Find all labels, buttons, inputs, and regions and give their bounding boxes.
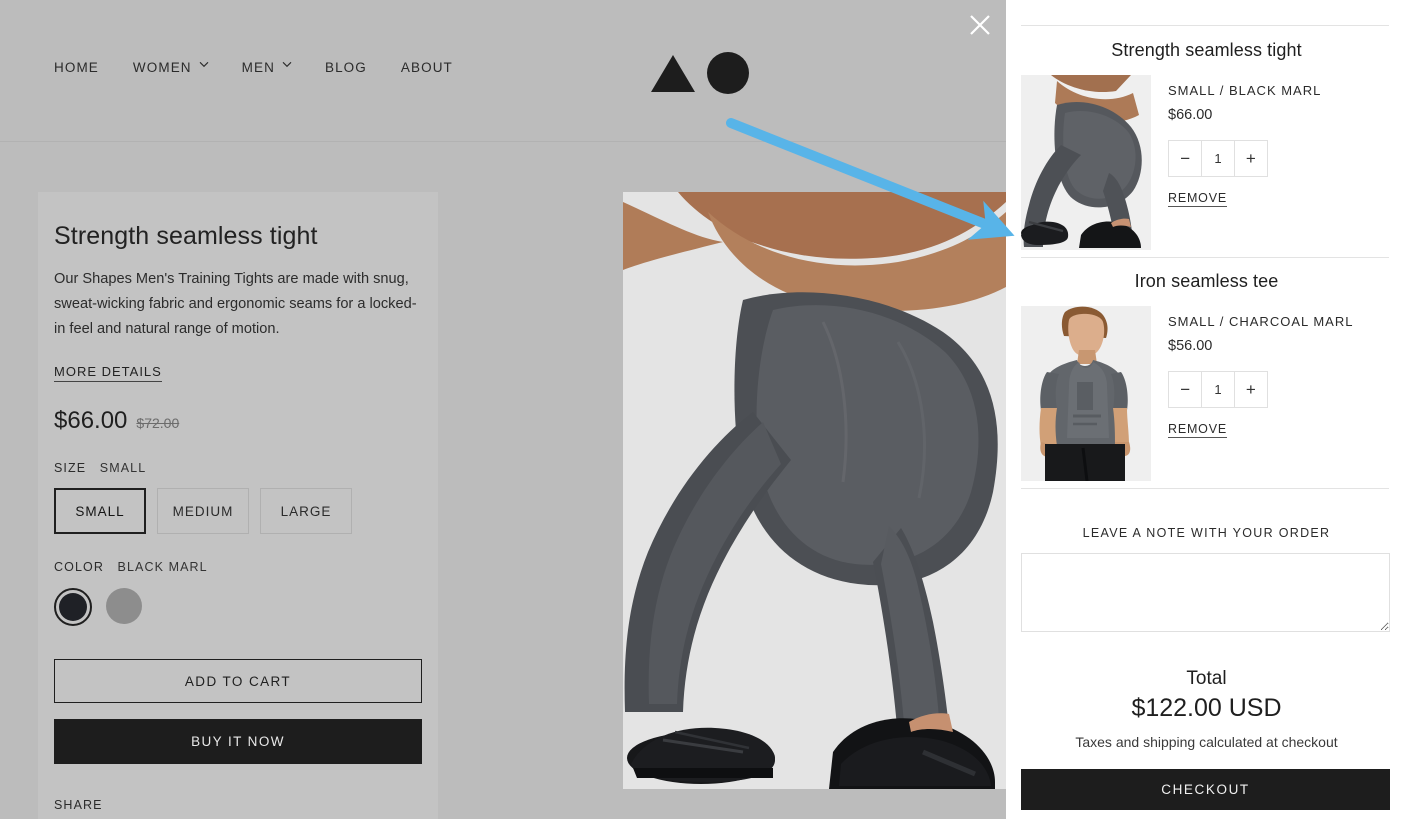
cart-total-note: Taxes and shipping calculated at checkou… [1075,734,1338,750]
color-option-label: COLOR BLACK MARL [54,560,422,574]
cart-item-thumbnail[interactable] [1021,306,1151,481]
quantity-decrease-button[interactable]: − [1169,372,1202,407]
price-row: $66.00 $72.00 [54,407,422,435]
cart-item-info: SMALL / BLACK MARL $66.00 − 1 + REMOVE [1168,75,1321,250]
nav-item-blog[interactable]: BLOG [325,60,367,75]
product-compare-price: $72.00 [136,415,180,431]
color-selected-value: BLACK MARL [117,560,208,574]
nav-item-home[interactable]: HOME [54,60,99,75]
divider-before-note [1021,488,1389,489]
close-drawer-button[interactable] [963,8,997,42]
chevron-down-icon [282,61,292,70]
add-to-cart-button[interactable]: ADD TO CART [54,659,422,703]
product-price: $66.00 [54,407,128,434]
cart-drawer: Strength seamless tight SMALL / BLACK MA… [1006,0,1407,819]
size-options: SMALL MEDIUM LARGE [54,488,422,534]
quantity-increase-button[interactable]: + [1234,141,1267,176]
quantity-decrease-button[interactable]: − [1169,141,1202,176]
iron-seamless-tee-thumbnail [1021,306,1151,481]
product-details-card: Strength seamless tight Our Shapes Men's… [38,192,438,819]
cart-item-remove-link[interactable]: REMOVE [1168,191,1227,207]
color-swatch-black-marl[interactable] [54,588,92,626]
product-title: Strength seamless tight [54,222,318,250]
product-photo-illustration [623,192,1006,789]
size-option-small[interactable]: SMALL [54,488,146,534]
color-swatches [54,588,422,626]
order-note-label: LEAVE A NOTE WITH YOUR ORDER [1082,526,1331,540]
strength-seamless-tight-thumbnail [1021,75,1151,250]
circle-icon [707,52,749,94]
size-option-medium[interactable]: MEDIUM [157,488,249,534]
more-details-link[interactable]: MORE DETAILS [54,364,162,382]
nav-item-women[interactable]: WOMEN [132,60,209,75]
color-swatch-charcoal-marl[interactable] [106,588,142,624]
cart-item-price: $56.00 [1168,338,1213,354]
divider-between-items [1021,257,1389,258]
size-selected-value: SMALL [99,461,147,475]
triangle-icon [651,54,695,92]
cart-item-variant: SMALL / CHARCOAL MARL [1168,314,1354,329]
cart-item-body: SMALL / CHARCOAL MARL $56.00 − 1 + REMOV… [1006,306,1407,481]
cart-item-title: Iron seamless tee [1134,271,1279,291]
close-icon [970,15,990,35]
order-note-input[interactable] [1021,553,1390,632]
cart-item-quantity-stepper: − 1 + [1168,140,1268,177]
swatch-fill [59,593,87,621]
size-option-large[interactable]: LARGE [260,488,352,534]
size-label-text: SIZE [54,461,87,475]
page-root: HOME WOMEN MEN BLOG ABOUT Strength seaml… [0,0,1407,819]
cart-line-item: Iron seamless tee SMALL / CHARCOAL MARL … [1006,271,1407,481]
main-navigation: HOME WOMEN MEN BLOG ABOUT [54,60,487,75]
nav-item-about[interactable]: ABOUT [401,60,453,75]
nav-label: BLOG [324,60,367,75]
buy-it-now-button[interactable]: BUY IT NOW [54,719,422,764]
product-hero-image [623,192,1006,789]
swatch-fill [106,588,142,624]
quantity-increase-button[interactable]: + [1234,372,1267,407]
cart-item-price: $66.00 [1168,107,1213,123]
quantity-value[interactable]: 1 [1201,372,1235,407]
nav-label: ABOUT [400,60,453,75]
nav-label: MEN [241,60,275,75]
cart-total-amount: $122.00 USD [1131,694,1282,722]
quantity-value[interactable]: 1 [1201,141,1235,176]
cart-drawer-inner: Strength seamless tight SMALL / BLACK MA… [1006,0,1407,819]
size-option-label: SIZE SMALL [54,461,422,475]
share-label: SHARE [54,798,103,812]
chevron-down-icon [199,61,209,70]
cart-total-label: Total [1186,668,1227,689]
color-label-text: COLOR [54,560,104,574]
site-logo[interactable] [651,52,749,94]
cart-line-item: Strength seamless tight SMALL / BLACK MA… [1006,40,1407,250]
cart-item-remove-link[interactable]: REMOVE [1168,422,1227,438]
cart-item-title: Strength seamless tight [1111,40,1302,60]
nav-label: HOME [54,60,99,75]
site-header: HOME WOMEN MEN BLOG ABOUT [0,0,1006,142]
divider-top [1021,25,1389,26]
checkout-button[interactable]: CHECKOUT [1021,769,1390,810]
cart-item-variant: SMALL / BLACK MARL [1168,83,1322,98]
cart-item-quantity-stepper: − 1 + [1168,371,1268,408]
cart-item-info: SMALL / CHARCOAL MARL $56.00 − 1 + REMOV… [1168,306,1353,481]
nav-label: WOMEN [132,60,192,75]
cart-item-body: SMALL / BLACK MARL $66.00 − 1 + REMOVE [1006,75,1407,250]
product-page-backdrop: HOME WOMEN MEN BLOG ABOUT Strength seaml… [0,0,1006,819]
nav-item-men[interactable]: MEN [241,60,292,75]
cart-item-thumbnail[interactable] [1021,75,1151,250]
product-description: Our Shapes Men's Training Tights are mad… [54,271,417,337]
